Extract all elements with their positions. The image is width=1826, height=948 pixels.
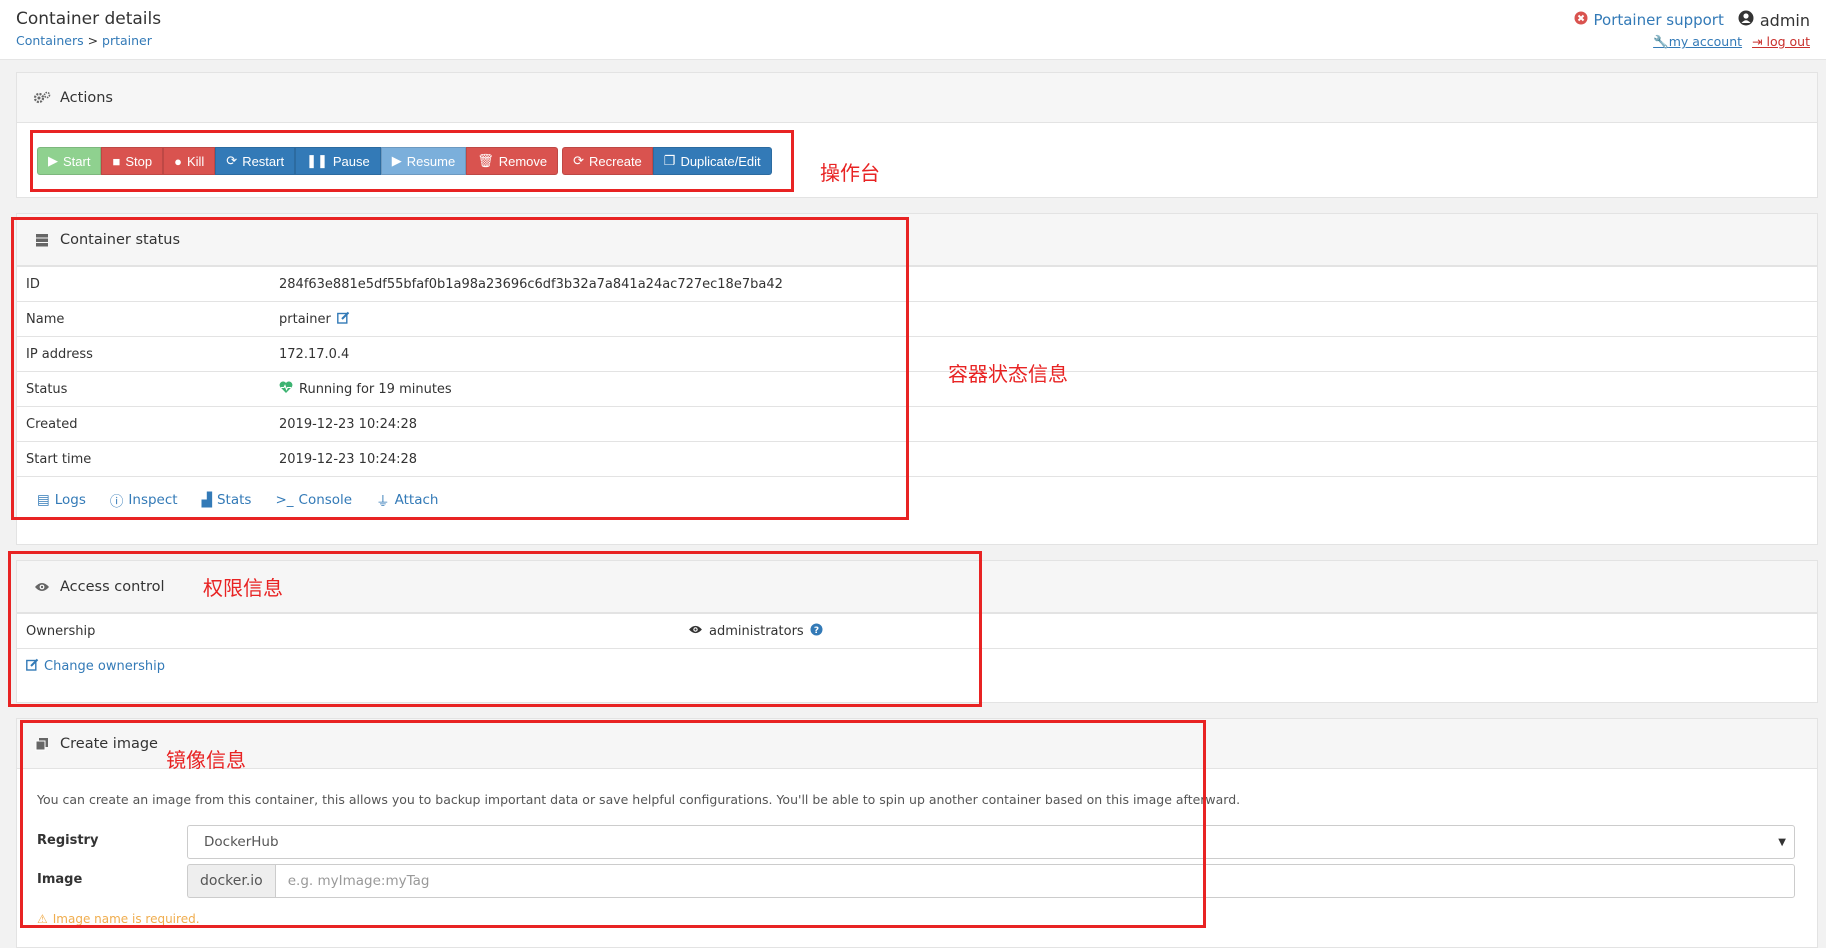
annotation-box-access <box>8 551 982 707</box>
my-account-label: my account <box>1668 34 1743 49</box>
user-area: Portainer support admin 🔧my account ⇥ lo… <box>1574 10 1810 50</box>
annotation-box-status <box>11 217 909 520</box>
log-out-link[interactable]: ⇥ log out <box>1752 34 1810 49</box>
actions-title: Actions <box>60 89 113 106</box>
log-out-label: log out <box>1766 34 1811 49</box>
annotation-label-status: 容器状态信息 <box>948 362 1068 386</box>
page-title: Container details <box>16 9 162 29</box>
wrench-icon: 🔧 <box>1653 34 1669 49</box>
support-label: Portainer support <box>1593 11 1724 29</box>
portainer-support-link[interactable]: Portainer support <box>1574 11 1724 29</box>
breadcrumb: Containers > prtainer <box>16 33 152 48</box>
cogs-icon <box>33 91 51 105</box>
annotation-box-actions <box>30 130 794 192</box>
username: admin <box>1759 10 1810 30</box>
user-circle-icon <box>1738 10 1754 30</box>
support-icon <box>1574 11 1588 29</box>
my-account-link[interactable]: 🔧my account <box>1653 34 1742 49</box>
sign-out-icon: ⇥ <box>1752 34 1763 49</box>
current-user: admin <box>1738 10 1810 30</box>
caret-down-icon: ▼ <box>1778 836 1786 848</box>
breadcrumb-current[interactable]: prtainer <box>102 33 152 48</box>
breadcrumb-containers-link[interactable]: Containers <box>16 33 84 48</box>
actions-panel-header: Actions <box>17 73 1817 123</box>
annotation-label-actions: 操作台 <box>820 161 880 185</box>
top-bar: Container details Containers > prtainer … <box>0 0 1826 60</box>
annotation-label-image: 镜像信息 <box>166 748 246 772</box>
breadcrumb-separator: > <box>83 33 103 48</box>
annotation-label-access: 权限信息 <box>203 576 283 600</box>
